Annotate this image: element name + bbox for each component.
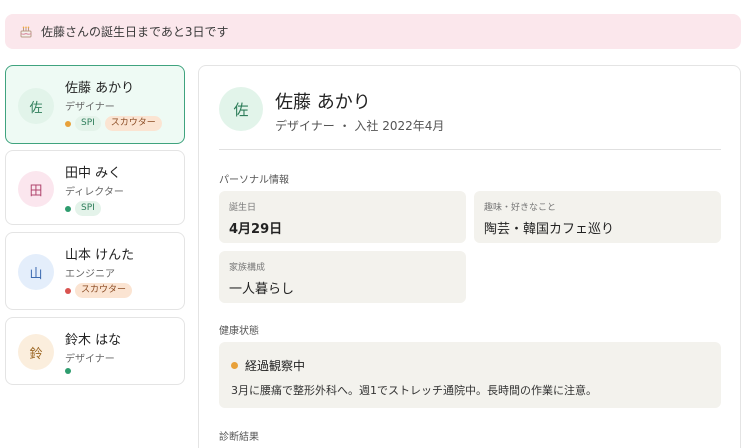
tag-spi: SPI [75,201,101,216]
health-status-text: 経過観察中 [245,359,306,373]
status-dot [65,287,71,294]
member-name: 田中 みく [65,166,122,181]
health-status: 経過観察中 [231,357,305,374]
cake-icon [20,26,32,37]
member-status: スカウター [65,283,133,298]
tag-scouter: スカウター [75,283,133,298]
detail-name: 佐藤 あかり [275,92,371,113]
member-name: 鈴木 はな [65,333,122,348]
member-status [65,368,71,374]
personal-info-label: パーソナル情報 [219,175,289,186]
birthday-label: 誕生日 [229,203,257,213]
member-name: 山本 けんた [65,248,135,263]
divider [219,149,721,150]
member-status: SPI スカウター [65,116,162,131]
detail-subtitle: デザイナー ・ 入社 2022年4月 [275,119,445,133]
member-role: エンジニア [65,269,115,280]
diagnosis-label: 診断結果 [219,432,259,443]
member-status: SPI [65,201,101,216]
member-card[interactable]: 鈴鈴木 はなデザイナー [5,317,185,385]
tag-spi: SPI [75,116,101,131]
member-card[interactable]: 山山本 けんたエンジニアスカウター [5,232,185,310]
member-detail-panel: 佐 佐藤 あかり デザイナー ・ 入社 2022年4月 パーソナル情報 誕生日 … [198,65,741,448]
family-box: 家族構成 一人暮らし [219,251,466,303]
member-avatar: 山 [18,254,54,290]
member-avatar: 田 [18,171,54,207]
health-label: 健康状態 [219,326,259,337]
hobby-label: 趣味・好きなこと [484,203,557,213]
member-role: ディレクター [65,187,124,198]
birthday-value: 4月29日 [229,222,283,237]
birthday-box: 誕生日 4月29日 [219,191,466,243]
detail-avatar: 佐 [219,87,263,131]
birthday-banner: 佐藤さんの誕生日まであと3日です [5,14,741,49]
health-box: 経過観察中 3月に腰痛で整形外科へ。週1でストレッチ通院中。長時間の作業に注意。 [219,342,721,408]
health-note: 3月に腰痛で整形外科へ。週1でストレッチ通院中。長時間の作業に注意。 [231,384,597,397]
status-dot [65,368,71,374]
member-card[interactable]: 田田中 みくディレクター SPI [5,150,185,225]
health-status-dot [231,362,238,369]
member-avatar: 鈴 [18,334,54,370]
member-role: デザイナー [65,102,115,113]
family-value: 一人暮らし [229,282,295,297]
member-avatar: 佐 [18,88,54,124]
hobby-box: 趣味・好きなこと 陶芸・韓国カフェ巡り [474,191,721,243]
status-dot [65,120,71,127]
family-label: 家族構成 [229,263,266,273]
member-card[interactable]: 佐佐藤 あかりデザイナー SPI スカウター [5,65,185,144]
banner-text: 佐藤さんの誕生日まであと3日です [41,25,229,39]
status-dot [65,205,71,212]
member-role: デザイナー [65,354,115,365]
tag-scouter: スカウター [104,116,162,131]
hobby-value: 陶芸・韓国カフェ巡り [484,222,615,237]
member-name: 佐藤 あかり [65,81,135,96]
